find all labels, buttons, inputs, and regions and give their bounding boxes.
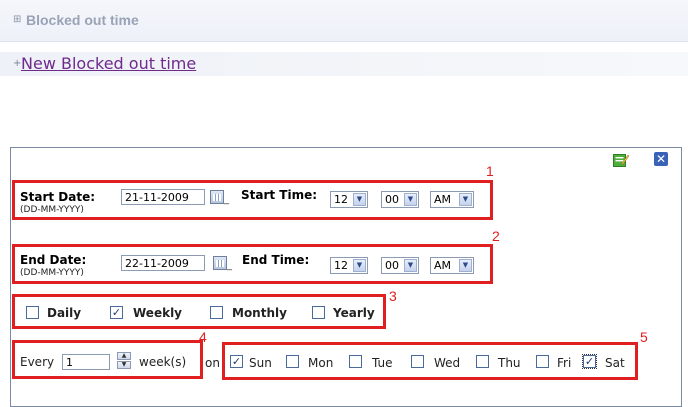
- tue-label: Tue: [372, 356, 393, 370]
- monthly-label: Monthly: [232, 306, 287, 320]
- start-date-calendar-icon[interactable]: [210, 190, 224, 204]
- chevron-down-icon: ▼: [404, 193, 417, 206]
- collapse-icon[interactable]: ⊞: [13, 14, 21, 25]
- start-minute-value: 00: [385, 193, 399, 206]
- sat-checkbox[interactable]: ✓: [582, 354, 597, 369]
- start-date-label: Start Date:: [20, 190, 96, 204]
- thu-checkbox[interactable]: [476, 355, 489, 368]
- interval-input[interactable]: 1: [62, 354, 110, 370]
- start-hour-select[interactable]: 12 ▼: [330, 191, 368, 208]
- yearly-label: Yearly: [333, 306, 375, 320]
- end-ampm-value: AM: [434, 259, 452, 272]
- end-time-label: End Time:: [242, 253, 310, 267]
- calendar-underscore: _: [224, 194, 229, 205]
- end-minute-select[interactable]: 00 ▼: [381, 257, 419, 274]
- spin-up-icon[interactable]: ▲: [117, 352, 131, 360]
- chevron-down-icon: ▼: [459, 193, 472, 206]
- yearly-checkbox[interactable]: [312, 306, 325, 319]
- daily-label: Daily: [47, 306, 82, 320]
- end-date-input[interactable]: 22-11-2009: [121, 255, 205, 271]
- end-date-label: End Date:: [20, 253, 87, 267]
- callout-number-3: 3: [389, 288, 397, 304]
- end-date-format-hint: (DD-MM-YYYY): [20, 268, 84, 278]
- chevron-down-icon: ▼: [404, 259, 417, 272]
- monthly-checkbox[interactable]: [210, 306, 223, 319]
- start-time-label: Start Time:: [241, 188, 318, 202]
- weekly-checkbox[interactable]: ✓: [110, 306, 123, 319]
- start-ampm-value: AM: [434, 193, 452, 206]
- sat-label: Sat: [605, 356, 625, 370]
- fri-label: Fri: [557, 356, 572, 370]
- sun-checkbox[interactable]: ✓: [230, 355, 243, 368]
- end-hour-value: 12: [334, 259, 348, 272]
- end-date-calendar-icon[interactable]: [213, 256, 227, 270]
- callout-box-days: [222, 342, 638, 380]
- spin-down-icon[interactable]: ▼: [117, 361, 131, 369]
- new-blocked-out-time-link[interactable]: New Blocked out time: [21, 54, 196, 73]
- end-ampm-select[interactable]: AM ▼: [430, 257, 474, 274]
- callout-number-5: 5: [640, 329, 648, 345]
- start-minute-select[interactable]: 00 ▼: [381, 191, 419, 208]
- interval-unit-label: week(s): [139, 355, 187, 369]
- thu-label: Thu: [498, 356, 521, 370]
- tue-checkbox[interactable]: [349, 355, 362, 368]
- save-edit-icon[interactable]: [613, 153, 629, 167]
- sun-label: Sun: [249, 356, 272, 370]
- end-minute-value: 00: [385, 259, 399, 272]
- wed-label: Wed: [434, 356, 461, 370]
- start-ampm-select[interactable]: AM ▼: [430, 191, 474, 208]
- chevron-down-icon: ▼: [353, 193, 366, 206]
- daily-checkbox[interactable]: [26, 306, 39, 319]
- mon-label: Mon: [308, 356, 334, 370]
- wed-checkbox[interactable]: [411, 355, 424, 368]
- end-hour-select[interactable]: 12 ▼: [330, 257, 368, 274]
- start-hour-value: 12: [334, 193, 348, 206]
- chevron-down-icon: ▼: [353, 259, 366, 272]
- close-icon[interactable]: ✕: [654, 152, 668, 166]
- mon-checkbox[interactable]: [286, 355, 299, 368]
- callout-number-1: 1: [486, 163, 494, 179]
- fri-checkbox[interactable]: [536, 355, 549, 368]
- start-date-format-hint: (DD-MM-YYYY): [20, 205, 84, 215]
- on-label: on: [205, 356, 220, 370]
- callout-number-2: 2: [492, 228, 500, 244]
- weekly-label: Weekly: [133, 306, 183, 320]
- chevron-down-icon: ▼: [459, 259, 472, 272]
- calendar-underscore: _: [227, 260, 232, 271]
- section-title: Blocked out time: [26, 12, 139, 28]
- start-date-input[interactable]: 21-11-2009: [121, 189, 205, 205]
- every-label: Every: [20, 355, 55, 369]
